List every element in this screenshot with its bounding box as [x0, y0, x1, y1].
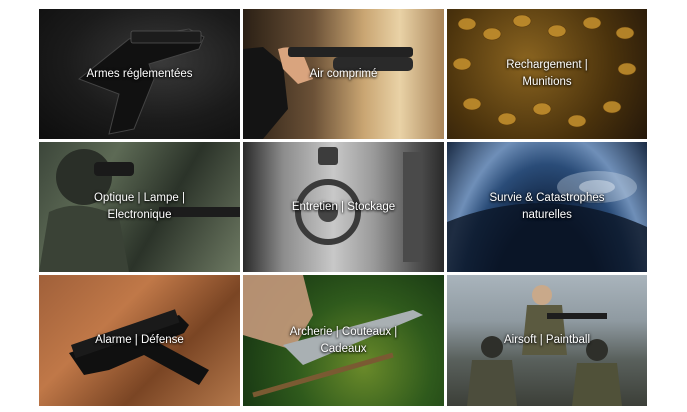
category-label: Rechargement | Munitions — [506, 59, 588, 88]
category-label: Air comprimé — [309, 67, 378, 80]
category-label: Airsoft | Paintball — [503, 334, 591, 346]
category-label: Alarme | Défense — [95, 334, 184, 346]
category-label: Survie & Catastrophes naturelles — [489, 192, 605, 221]
category-tile-archerie-couteaux-cadeaux[interactable]: Archerie | Couteaux | Cadeaux — [243, 275, 444, 406]
category-tile-entretien-stockage[interactable]: Entretien | Stockage — [243, 142, 444, 272]
category-tile-optique-lampe-electronique[interactable]: Optique | Lampe | Electronique — [39, 142, 240, 272]
category-tile-survie-catastrophes[interactable]: Survie & Catastrophes naturelles — [447, 142, 647, 272]
category-tile-air-comprime[interactable]: Air comprimé — [243, 9, 444, 139]
category-tile-armes-reglementees[interactable]: Armes réglementées — [39, 9, 240, 139]
category-tile-airsoft-paintball[interactable]: Airsoft | Paintball — [447, 275, 647, 406]
category-label: Optique | Lampe | Electronique — [93, 192, 185, 221]
category-label: Archerie | Couteaux | Cadeaux — [289, 325, 398, 355]
category-label: Armes réglementées — [86, 67, 193, 80]
category-label: Entretien | Stockage — [291, 200, 396, 213]
category-tile-alarme-defense[interactable]: Alarme | Défense — [39, 275, 240, 406]
category-tile-rechargement-munitions[interactable]: Rechargement | Munitions — [447, 9, 647, 139]
category-grid: Armes réglementées Air comprimé Recharge… — [39, 9, 647, 406]
